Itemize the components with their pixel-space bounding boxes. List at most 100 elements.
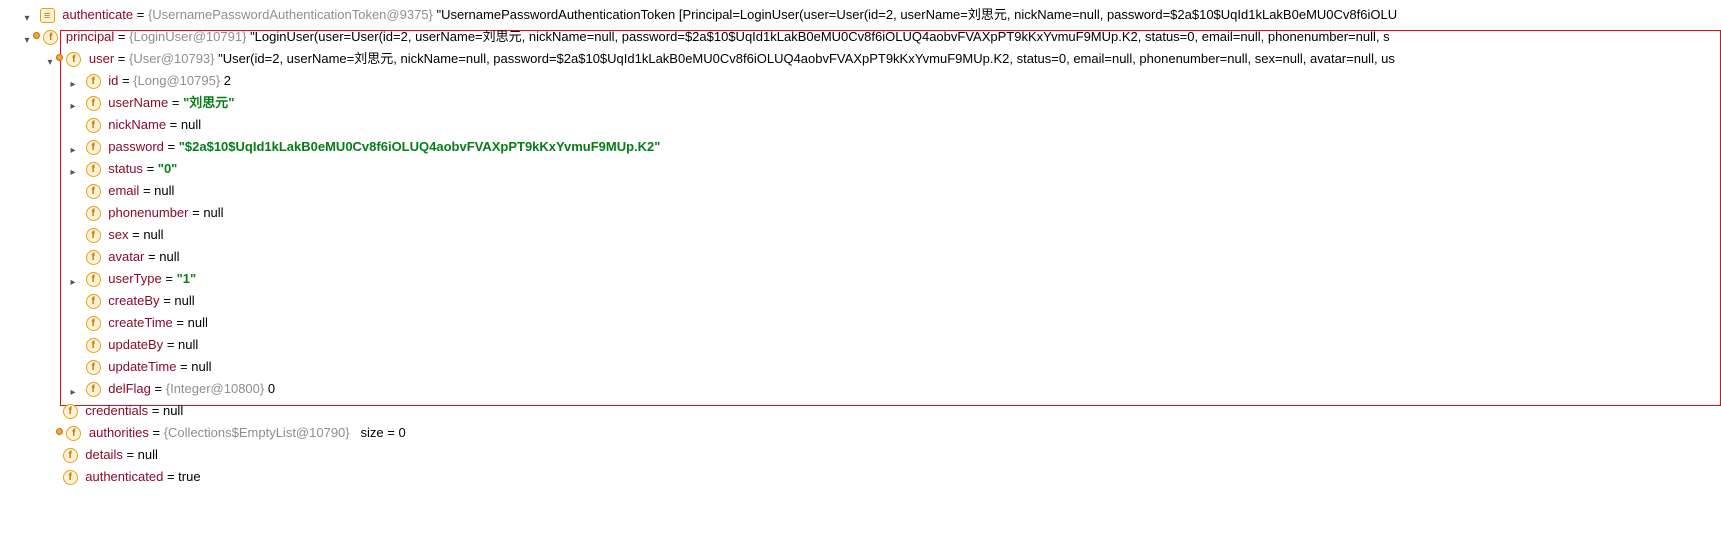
chevron-down-icon[interactable]: ▾	[20, 8, 34, 22]
var-name: delFlag	[108, 381, 151, 396]
var-value: "$2a$10$UqId1kLakB0eMU0Cv8f6iOLUQ4aobvFV…	[179, 139, 661, 154]
var-value: "刘思元"	[183, 95, 234, 110]
var-type: {Collections$EmptyList@10790}	[164, 425, 350, 440]
chevron-right-icon[interactable]: ▸	[66, 272, 80, 286]
equals-op: =	[387, 425, 398, 440]
field-icon	[86, 162, 101, 177]
tree-row-updateTime[interactable]: ▸ updateTime = null	[0, 356, 1721, 378]
var-value: null	[174, 293, 194, 308]
chevron-right-icon[interactable]: ▸	[66, 96, 80, 110]
equals-op: =	[165, 271, 176, 286]
equals-op: =	[167, 469, 178, 484]
variables-tree: ▾ authenticate = {UsernamePasswordAuthen…	[0, 0, 1721, 496]
var-type: {Integer@10800}	[166, 381, 265, 396]
equals-op: =	[132, 227, 143, 242]
field-icon	[63, 448, 78, 463]
tree-row-email[interactable]: ▸ email = null	[0, 180, 1721, 202]
var-value: null	[181, 117, 201, 132]
tree-row-nickName[interactable]: ▸ nickName = null	[0, 114, 1721, 136]
var-value: null	[188, 315, 208, 330]
var-value: 2	[224, 73, 231, 88]
tree-row-createBy[interactable]: ▸ createBy = null	[0, 290, 1721, 312]
field-icon	[66, 426, 81, 441]
equals-op: =	[148, 249, 159, 264]
chevron-down-icon[interactable]: ▾	[20, 30, 34, 44]
chevron-right-icon[interactable]: ▸	[66, 74, 80, 88]
chevron-right-icon[interactable]: ▸	[66, 382, 80, 396]
tree-row-authenticated[interactable]: ▸ authenticated = true	[0, 466, 1721, 488]
tree-row-delFlag[interactable]: ▸ delFlag = {Integer@10800} 0	[0, 378, 1721, 400]
tree-row-userName[interactable]: ▸ userName = "刘思元"	[0, 92, 1721, 114]
tree-row-createTime[interactable]: ▸ createTime = null	[0, 312, 1721, 334]
field-icon	[63, 404, 78, 419]
var-name: authenticated	[85, 469, 163, 484]
size-value: 0	[398, 425, 405, 440]
equals-op: =	[172, 95, 183, 110]
var-value: null	[203, 205, 223, 220]
tree-row-id[interactable]: ▸ id = {Long@10795} 2	[0, 70, 1721, 92]
var-name: updateBy	[108, 337, 163, 352]
var-name: email	[108, 183, 139, 198]
tree-row-phonenumber[interactable]: ▸ phonenumber = null	[0, 202, 1721, 224]
field-icon	[86, 250, 101, 265]
var-value: "0"	[158, 161, 178, 176]
chevron-down-icon[interactable]: ▾	[43, 52, 57, 66]
equals-op: =	[122, 73, 133, 88]
var-name: details	[85, 447, 123, 462]
equals-op: =	[170, 117, 181, 132]
field-icon	[86, 382, 101, 397]
tree-row-sex[interactable]: ▸ sex = null	[0, 224, 1721, 246]
tree-row-updateBy[interactable]: ▸ updateBy = null	[0, 334, 1721, 356]
equals-op: =	[126, 447, 137, 462]
chevron-right-icon[interactable]: ▸	[66, 140, 80, 154]
var-name: password	[108, 139, 164, 154]
equals-op: =	[167, 337, 178, 352]
var-name: sex	[108, 227, 128, 242]
var-value: "LoginUser(user=User(id=2, userName=刘思元,…	[250, 29, 1390, 44]
var-name: id	[108, 73, 118, 88]
var-value: "1"	[177, 271, 197, 286]
tree-row-status[interactable]: ▸ status = "0"	[0, 158, 1721, 180]
tree-row-userType[interactable]: ▸ userType = "1"	[0, 268, 1721, 290]
field-icon	[86, 294, 101, 309]
field-icon	[86, 118, 101, 133]
tree-row-password[interactable]: ▸ password = "$2a$10$UqId1kLakB0eMU0Cv8f…	[0, 136, 1721, 158]
var-value: "User(id=2, userName=刘思元, nickName=null,…	[218, 51, 1395, 66]
var-type: {Long@10795}	[133, 73, 220, 88]
equals-op: =	[143, 183, 154, 198]
var-name: updateTime	[108, 359, 176, 374]
var-name: user	[89, 51, 114, 66]
field-icon	[86, 272, 101, 287]
equals-op: =	[180, 359, 191, 374]
tree-row-authorities[interactable]: ▸ authorities = {Collections$EmptyList@1…	[0, 422, 1721, 444]
equals-op: =	[192, 205, 203, 220]
field-icon	[86, 316, 101, 331]
field-icon	[86, 184, 101, 199]
var-name: credentials	[85, 403, 148, 418]
var-type: {LoginUser@10791}	[129, 29, 246, 44]
tree-row-credentials[interactable]: ▸ credentials = null	[0, 400, 1721, 422]
field-icon	[86, 360, 101, 375]
var-name: authorities	[89, 425, 149, 440]
chevron-right-icon[interactable]: ▸	[66, 162, 80, 176]
tree-row-authenticate[interactable]: ▾ authenticate = {UsernamePasswordAuthen…	[0, 4, 1721, 26]
var-name: createTime	[108, 315, 173, 330]
var-name: createBy	[108, 293, 159, 308]
equals-op: =	[176, 315, 187, 330]
tree-row-principal[interactable]: ▾ principal = {LoginUser@10791} "LoginUs…	[0, 26, 1721, 48]
var-value: null	[191, 359, 211, 374]
var-value: "UsernamePasswordAuthenticationToken [Pr…	[437, 7, 1398, 22]
field-icon	[63, 470, 78, 485]
tree-row-avatar[interactable]: ▸ avatar = null	[0, 246, 1721, 268]
equals-op: =	[137, 7, 148, 22]
equals-op: =	[168, 139, 179, 154]
var-value: null	[154, 183, 174, 198]
tree-row-user[interactable]: ▾ user = {User@10793} "User(id=2, userNa…	[0, 48, 1721, 70]
field-icon	[86, 338, 101, 353]
field-icon	[66, 52, 81, 67]
var-value: 0	[268, 381, 275, 396]
tree-row-details[interactable]: ▸ details = null	[0, 444, 1721, 466]
size-label: size	[353, 425, 383, 440]
field-icon	[86, 96, 101, 111]
equals-op: =	[152, 403, 163, 418]
